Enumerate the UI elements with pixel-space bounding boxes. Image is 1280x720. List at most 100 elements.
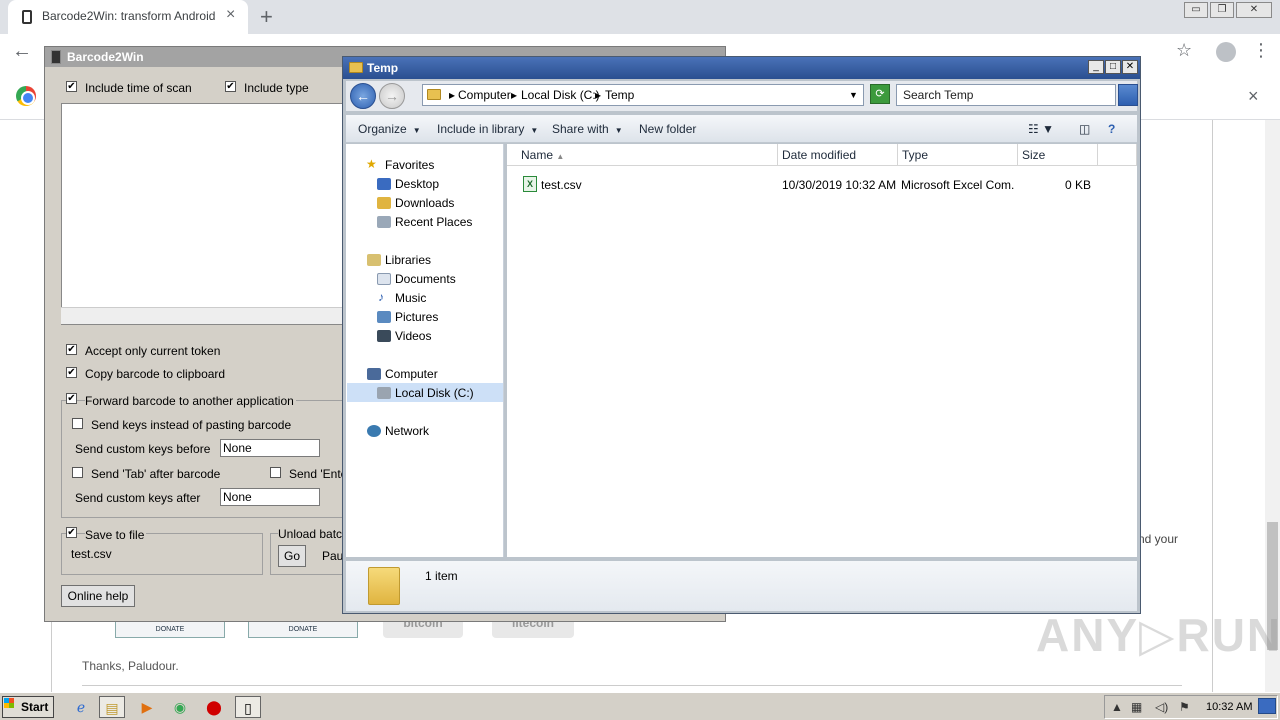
accept-current-token-checkbox[interactable]: ✔ (66, 344, 77, 355)
show-desktop-icon[interactable] (1258, 698, 1276, 714)
browser-minimize-button[interactable]: ▭ (1184, 2, 1208, 18)
barcode2win-taskbar-icon[interactable]: ▯ (235, 696, 261, 718)
pause-button-partial[interactable]: Pau (322, 549, 343, 563)
tab-close-icon[interactable]: × (226, 6, 235, 24)
nav-favorites[interactable]: Favorites (385, 158, 434, 172)
folder-icon (427, 89, 441, 100)
send-tab-checkbox[interactable] (72, 467, 83, 478)
new-tab-button[interactable]: + (260, 4, 273, 30)
nav-videos[interactable]: Videos (395, 329, 431, 343)
action-center-flag-icon[interactable]: ⚑ (1179, 700, 1190, 714)
nav-libraries[interactable]: Libraries (385, 253, 431, 267)
back-nav-button[interactable]: ← (350, 83, 376, 109)
scan-list[interactable] (61, 103, 361, 325)
menu-dots-icon[interactable]: ⋮ (1252, 40, 1270, 61)
breadcrumb-local-disk[interactable]: Local Disk (C:) (521, 88, 600, 102)
nav-documents[interactable]: Documents (395, 272, 456, 286)
clock[interactable]: 10:32 AM (1206, 701, 1252, 713)
volume-icon[interactable]: ◁) (1155, 700, 1168, 714)
nav-recent-places[interactable]: Recent Places (395, 215, 472, 229)
page-border-right (1212, 120, 1213, 692)
taskbar: Start ℯ ▤ ▶ ◉ ⬤ ▯ ▲ ▦ ◁) ⚑ 10:32 AM (0, 692, 1280, 720)
file-size: 0 KB (1064, 178, 1091, 192)
explorer-taskbar-icon[interactable]: ▤ (99, 696, 125, 718)
nav-music[interactable]: Music (395, 291, 426, 305)
folder-icon (349, 62, 363, 73)
online-help-button[interactable]: Online help (61, 585, 135, 607)
breadcrumb-temp[interactable]: Temp (605, 88, 634, 102)
navigation-pane: ★ Favorites Desktop Downloads Recent Pla… (346, 144, 504, 557)
computer-icon (367, 368, 381, 380)
include-time-checkbox[interactable]: ✔ (66, 81, 77, 92)
internet-explorer-icon[interactable]: ℯ (68, 696, 94, 718)
tray-expand-icon[interactable]: ▲ (1111, 700, 1123, 714)
preview-pane-icon[interactable]: ◫ (1079, 122, 1090, 136)
browser-restore-button[interactable]: ❐ (1210, 2, 1234, 18)
send-enter-checkbox[interactable] (270, 467, 281, 478)
go-button[interactable]: Go (278, 545, 306, 567)
browser-close-button[interactable]: ✕ (1236, 2, 1272, 18)
profile-avatar[interactable] (1216, 42, 1236, 62)
send-keys-checkbox[interactable] (72, 418, 83, 429)
search-input[interactable]: Search Temp (896, 84, 1116, 106)
column-size[interactable]: Size (1018, 144, 1098, 166)
documents-icon (377, 273, 391, 285)
desktop-icon (377, 178, 391, 190)
opera-icon[interactable]: ⬤ (201, 696, 227, 718)
column-date-modified[interactable]: Date modified (778, 144, 898, 166)
libraries-icon (367, 254, 381, 266)
maximize-button[interactable]: □ (1105, 60, 1121, 74)
copy-clipboard-checkbox[interactable]: ✔ (66, 367, 77, 378)
save-to-file-checkbox[interactable]: ✔ (66, 527, 77, 538)
file-list: Name ▲ Date modified Type Size X test.cs… (507, 144, 1137, 557)
tab-title: Barcode2Win: transform Android de (42, 9, 218, 23)
nav-downloads[interactable]: Downloads (395, 196, 454, 210)
page-divider (82, 685, 1182, 686)
nav-desktop[interactable]: Desktop (395, 177, 439, 191)
chevron-down-icon[interactable]: ▼ (849, 90, 858, 100)
scan-list-hscroll[interactable] (61, 307, 361, 324)
nav-pictures[interactable]: Pictures (395, 310, 438, 324)
media-player-icon[interactable]: ▶ (134, 696, 160, 718)
refresh-icon[interactable]: ⟳ (870, 84, 890, 104)
organize-menu[interactable]: Organize ▼ (358, 122, 421, 136)
nav-local-disk[interactable]: Local Disk (C:) (395, 386, 474, 400)
forward-nav-button[interactable]: → (379, 83, 405, 109)
network-tray-icon[interactable]: ▦ (1131, 700, 1142, 714)
address-bar[interactable]: ▸ Computer ▸ Local Disk (C:) ▸ Temp ▼ (422, 84, 864, 106)
bookmark-star-icon[interactable]: ☆ (1176, 40, 1192, 61)
send-tab-label: Send 'Tab' after barcode (91, 467, 221, 481)
table-row[interactable]: X test.csv 10/30/2019 10:32 AM Microsoft… (515, 176, 1135, 194)
keys-after-input[interactable]: None (220, 488, 320, 506)
column-name[interactable]: Name ▲ (507, 144, 778, 166)
minimize-button[interactable]: _ (1088, 60, 1104, 74)
keys-before-input[interactable]: None (220, 439, 320, 457)
share-with-menu[interactable]: Share with ▼ (552, 122, 623, 136)
file-date: 10/30/2019 10:32 AM (782, 178, 897, 192)
videos-icon (377, 330, 391, 342)
browser-tab[interactable]: Barcode2Win: transform Android de × (8, 0, 248, 34)
include-library-menu[interactable]: Include in library ▼ (437, 122, 538, 136)
close-button[interactable]: ✕ (1122, 60, 1138, 74)
include-library-label: Include in library (437, 122, 525, 136)
command-bar: Organize ▼ Include in library ▼ Share with… (346, 115, 1137, 143)
breadcrumb-computer[interactable]: Computer (458, 88, 511, 102)
view-options-icon[interactable]: ☷ ▼ (1028, 122, 1054, 136)
column-type[interactable]: Type (898, 144, 1018, 166)
donate-label: DONATE (288, 626, 318, 633)
recent-places-icon (377, 216, 391, 228)
breadcrumb-sep: ▸ (449, 88, 456, 102)
include-type-checkbox[interactable]: ✔ (225, 81, 236, 92)
forward-barcode-checkbox[interactable]: ✔ (66, 393, 77, 404)
phone-icon (51, 50, 61, 64)
organize-label: Organize (358, 122, 407, 136)
help-icon[interactable]: ? (1108, 122, 1115, 136)
chrome-taskbar-icon[interactable]: ◉ (167, 696, 193, 718)
back-arrow-icon[interactable]: ← (12, 40, 32, 63)
infobar-close-icon[interactable]: × (1248, 86, 1259, 107)
search-icon[interactable] (1118, 84, 1138, 106)
nav-computer[interactable]: Computer (385, 367, 438, 381)
item-count: 1 item (425, 569, 458, 583)
new-folder-button[interactable]: New folder (639, 122, 696, 136)
nav-network[interactable]: Network (385, 424, 429, 438)
